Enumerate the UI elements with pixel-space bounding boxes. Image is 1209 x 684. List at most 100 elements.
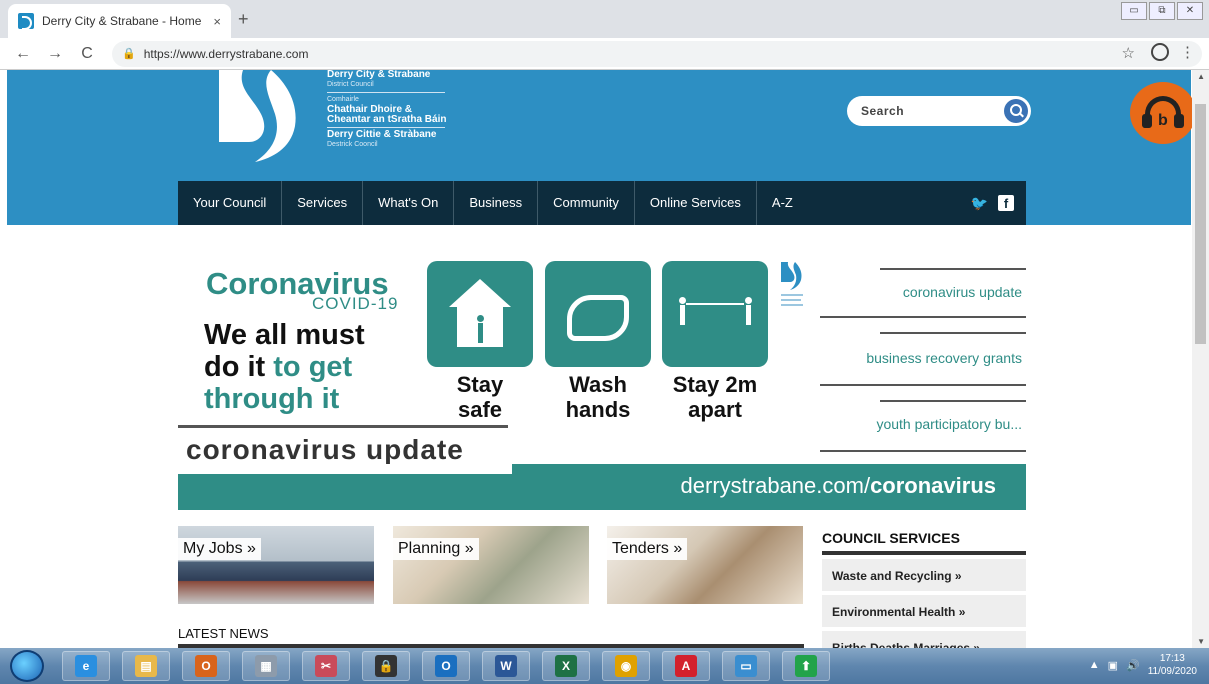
- close-window-button[interactable]: ✕: [1177, 2, 1203, 20]
- tile-caption-stay-safe: Stay safe: [456, 372, 504, 422]
- excel-icon: X: [555, 655, 577, 677]
- service-environmental-health[interactable]: Environmental Health »: [822, 595, 1026, 627]
- acrobat-icon: A: [675, 655, 697, 677]
- snipping-tool-icon: ✂: [315, 655, 337, 677]
- taskbar-photos-button[interactable]: ▭: [722, 651, 770, 681]
- quick-links: coronavirus update business recovery gra…: [820, 260, 1026, 456]
- nav-a-z[interactable]: A-Z: [757, 181, 808, 225]
- logo-line-scots-sub: Destrick Cooncil: [327, 141, 378, 148]
- new-tab-button[interactable]: +: [238, 9, 249, 30]
- start-button-icon[interactable]: [10, 650, 44, 682]
- scroll-up-arrow-icon[interactable]: ▲: [1197, 72, 1205, 81]
- nav-your-council[interactable]: Your Council: [178, 181, 283, 225]
- tile-my-jobs[interactable]: My Jobs »: [178, 526, 374, 604]
- quick-link-rule: [880, 268, 1026, 270]
- banner-line-1: We all must: [204, 319, 365, 351]
- url-text[interactable]: https://www.derrystrabane.com: [144, 47, 309, 61]
- banner-subtitle: COVID-19: [312, 294, 399, 313]
- quick-link-rule: [820, 384, 1026, 386]
- tile-caption-wash-hands: Wash hands: [565, 372, 631, 422]
- nav-community[interactable]: Community: [538, 181, 635, 225]
- coronavirus-url-text: derrystrabane.com/coronavirus: [680, 473, 996, 498]
- nav-business[interactable]: Business: [454, 181, 539, 225]
- browser-menu-icon[interactable]: ⋮: [1180, 43, 1195, 61]
- banner-line-2: do it to get: [204, 351, 353, 383]
- taskbar-file-explorer-button[interactable]: ▤: [122, 651, 170, 681]
- search-icon[interactable]: [1004, 99, 1028, 123]
- back-button[interactable]: ←: [14, 45, 32, 63]
- chrome-icon: ◉: [615, 655, 637, 677]
- lock-icon[interactable]: 🔒: [122, 47, 136, 60]
- tile-tenders-label: Tenders »: [607, 538, 688, 560]
- person-left-icon: [676, 297, 688, 327]
- photos-icon: ▭: [735, 655, 757, 677]
- network-icon[interactable]: ▣: [1108, 659, 1118, 672]
- volume-icon[interactable]: 🔊: [1126, 659, 1140, 672]
- update-arrow-icon: ⬆: [795, 655, 817, 677]
- address-toolbar: ← → C 🔒 https://www.derrystrabane.com: [0, 38, 1209, 70]
- site-search-input[interactable]: Search: [847, 96, 1031, 126]
- browser-tab[interactable]: Derry City & Strabane - Home ×: [8, 4, 231, 38]
- taskbar-outlook-button[interactable]: O: [422, 651, 470, 681]
- banner-update-heading: coronavirus update: [186, 434, 464, 465]
- facebook-icon[interactable]: f: [998, 195, 1014, 211]
- taskbar-update-arrow-button[interactable]: ⬆: [782, 651, 830, 681]
- page-scrollbar[interactable]: ▲ ▼: [1192, 70, 1209, 648]
- url-bar[interactable]: 🔒 https://www.derrystrabane.com: [112, 40, 1202, 67]
- banner-divider: [178, 425, 508, 428]
- search-placeholder: Search: [861, 104, 905, 118]
- minimize-button[interactable]: ▭: [1121, 2, 1147, 20]
- taskbar-outlook-calendar-button[interactable]: O: [182, 651, 230, 681]
- lock-app-icon: 🔒: [375, 655, 397, 677]
- taskbar-excel-button[interactable]: X: [542, 651, 590, 681]
- service-waste-recycling[interactable]: Waste and Recycling »: [822, 559, 1026, 591]
- taskbar-snipping-tool-button[interactable]: ✂: [302, 651, 350, 681]
- scroll-down-arrow-icon[interactable]: ▼: [1197, 637, 1205, 646]
- nav-services[interactable]: Services: [282, 181, 364, 225]
- scrollbar-thumb[interactable]: [1195, 104, 1206, 344]
- taskbar-word-button[interactable]: W: [482, 651, 530, 681]
- taskbar-calculator-button[interactable]: ▦: [242, 651, 290, 681]
- banner-line-3: through it: [204, 383, 340, 415]
- taskbar-clock[interactable]: 17:13 11/09/2020: [1148, 652, 1197, 678]
- clock-date: 11/09/2020: [1147, 666, 1197, 677]
- taskbar-acrobat-button[interactable]: A: [662, 651, 710, 681]
- tile-caption-stay-apart: Stay 2m apart: [672, 372, 758, 422]
- taskbar-lock-app-button[interactable]: 🔒: [362, 651, 410, 681]
- quick-link-youth-participatory[interactable]: youth participatory bu...: [822, 416, 1022, 432]
- forward-button[interactable]: →: [46, 45, 64, 63]
- logo-line-scots: Derry Cittie & Stràbane: [327, 129, 437, 140]
- tile-planning-label: Planning »: [393, 538, 479, 560]
- restore-button[interactable]: ⧉: [1149, 2, 1175, 20]
- bookmark-star-icon[interactable]: ☆: [1122, 44, 1135, 62]
- taskbar-internet-explorer-button[interactable]: e: [62, 651, 110, 681]
- tile-my-jobs-label: My Jobs »: [178, 538, 261, 560]
- council-logo[interactable]: [211, 70, 311, 162]
- word-icon: W: [495, 655, 517, 677]
- twitter-icon[interactable]: 🐦: [971, 195, 988, 212]
- page-viewport: Derry City & Strabane District Council C…: [0, 70, 1209, 648]
- reload-button[interactable]: C: [78, 45, 96, 63]
- tab-close-icon[interactable]: ×: [213, 14, 221, 29]
- latest-news-heading: LATEST NEWS: [178, 626, 269, 641]
- quick-link-business-recovery-grants[interactable]: business recovery grants: [822, 350, 1022, 366]
- wash-hands-icon: [545, 261, 651, 367]
- person-right-icon: [742, 297, 754, 327]
- tray-expand-icon[interactable]: ▲: [1089, 659, 1100, 671]
- headphone-cup-right: [1174, 114, 1184, 128]
- quick-link-coronavirus-update[interactable]: coronavirus update: [822, 284, 1022, 300]
- coronavirus-url-strip[interactable]: derrystrabane.com/coronavirus: [178, 464, 1026, 510]
- social-links: 🐦 f: [971, 195, 1014, 212]
- quick-link-rule: [880, 400, 1026, 402]
- account-icon[interactable]: [1151, 43, 1169, 61]
- tile-tenders[interactable]: Tenders »: [607, 526, 803, 604]
- council-services-heading: COUNCIL SERVICES: [822, 530, 960, 546]
- nav-whats-on[interactable]: What's On: [363, 181, 455, 225]
- taskbar-chrome-button[interactable]: ◉: [602, 651, 650, 681]
- browsealoud-headphones-icon[interactable]: b: [1130, 82, 1196, 144]
- file-explorer-icon: ▤: [135, 655, 157, 677]
- nav-online-services[interactable]: Online Services: [635, 181, 757, 225]
- tile-planning[interactable]: Planning »: [393, 526, 589, 604]
- quick-link-rule: [880, 332, 1026, 334]
- service-births-deaths-marriages[interactable]: Births Deaths Marriages »: [822, 631, 1026, 648]
